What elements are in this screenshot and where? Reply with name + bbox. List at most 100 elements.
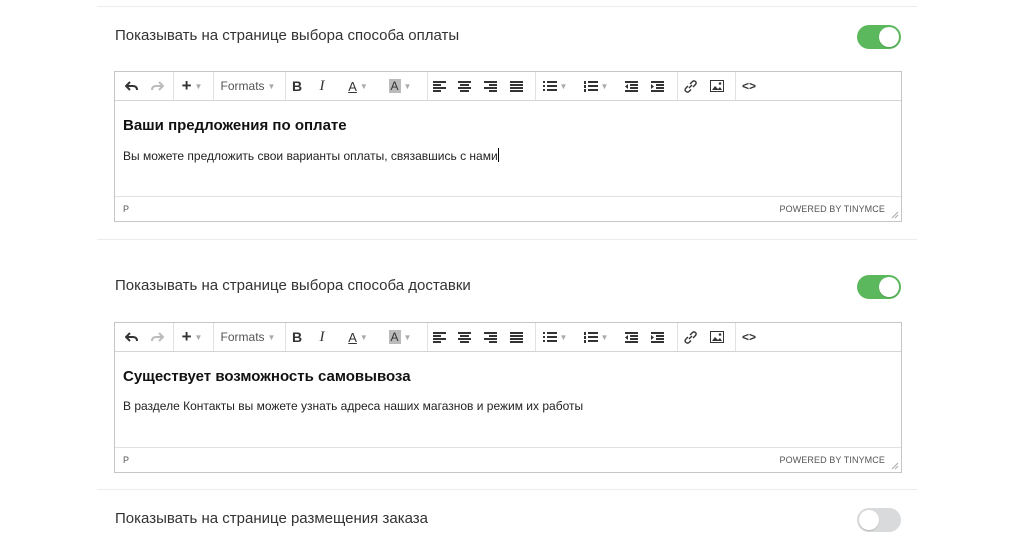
bullet-list-icon — [542, 331, 557, 342]
chevron-down-icon: ▼ — [403, 332, 412, 342]
powered-by-link[interactable]: POWERED BY TINYMCE — [780, 204, 886, 214]
bullet-list-button[interactable]: ▼ — [535, 323, 574, 351]
redo-button[interactable] — [145, 72, 169, 100]
align-left-button[interactable] — [427, 72, 450, 100]
section-label: Показывать на странице выбора способа оп… — [115, 27, 460, 44]
text-cursor — [497, 148, 499, 162]
content-paragraph: Вы можете предложить свои варианты оплат… — [123, 148, 499, 163]
chevron-down-icon: ▼ — [359, 81, 368, 91]
align-right-button[interactable] — [479, 323, 501, 351]
italic-button[interactable]: I — [311, 323, 333, 351]
content-paragraph: В разделе Контакты вы можете узнать адре… — [123, 399, 584, 413]
payment-toggle[interactable] — [857, 25, 901, 49]
insert-button[interactable]: + ▼ — [173, 323, 210, 351]
plus-icon: + — [181, 76, 192, 95]
bold-icon: B — [291, 78, 303, 94]
editor-toolbar: + ▼ Formats ▼ B I A ▼ A ▼ ▼ ▼ <> — [115, 323, 901, 352]
formats-label: Formats — [220, 79, 265, 93]
undo-button[interactable] — [119, 323, 143, 351]
image-button[interactable] — [705, 323, 729, 351]
insert-button[interactable]: + ▼ — [173, 72, 210, 100]
resize-handle-icon[interactable] — [891, 462, 899, 470]
background-color-button[interactable]: A ▼ — [381, 323, 419, 351]
font-color-icon: A — [348, 329, 357, 345]
align-left-button[interactable] — [427, 323, 450, 351]
section-divider — [97, 489, 917, 490]
font-color-button[interactable]: A ▼ — [339, 323, 377, 351]
outdent-icon — [624, 331, 638, 343]
redo-button[interactable] — [145, 323, 169, 351]
numbered-list-icon — [583, 80, 598, 92]
outdent-button[interactable] — [619, 72, 643, 100]
italic-icon: I — [319, 328, 325, 345]
link-button[interactable] — [677, 72, 702, 100]
indent-button[interactable] — [645, 72, 669, 100]
element-path[interactable]: P — [123, 455, 129, 465]
align-center-icon — [457, 80, 471, 92]
toggle-knob — [879, 277, 899, 297]
align-right-icon — [483, 331, 497, 343]
bold-button[interactable]: B — [285, 323, 308, 351]
indent-button[interactable] — [645, 323, 669, 351]
align-justify-button[interactable] — [505, 323, 527, 351]
plus-icon: + — [181, 327, 192, 346]
image-button[interactable] — [705, 72, 729, 100]
section-divider — [97, 239, 917, 240]
align-right-icon — [483, 80, 497, 92]
numbered-list-button[interactable]: ▼ — [577, 323, 615, 351]
align-justify-icon — [509, 80, 523, 92]
editor-statusbar: P POWERED BY TINYMCE — [115, 447, 901, 472]
align-center-button[interactable] — [453, 323, 475, 351]
font-color-icon: A — [348, 78, 357, 94]
link-button[interactable] — [677, 323, 702, 351]
font-color-button[interactable]: A ▼ — [339, 72, 377, 100]
outdent-button[interactable] — [619, 323, 643, 351]
outdent-icon — [624, 80, 638, 92]
editor-content[interactable]: Существует возможность самовывоза В разд… — [115, 352, 901, 446]
undo-icon — [124, 331, 138, 342]
order-toggle[interactable] — [857, 508, 901, 532]
delivery-toggle[interactable] — [857, 275, 901, 299]
align-justify-button[interactable] — [505, 72, 527, 100]
bullet-list-button[interactable]: ▼ — [535, 72, 574, 100]
undo-button[interactable] — [119, 72, 143, 100]
chevron-down-icon: ▼ — [267, 332, 276, 342]
undo-icon — [124, 80, 138, 91]
align-left-icon — [432, 331, 446, 343]
toggle-knob — [879, 27, 899, 47]
code-icon: <> — [741, 79, 756, 93]
content-heading: Существует возможность самовывоза — [123, 368, 411, 385]
chevron-down-icon: ▼ — [267, 81, 276, 91]
chevron-down-icon: ▼ — [559, 332, 568, 342]
powered-by-link[interactable]: POWERED BY TINYMCE — [780, 455, 886, 465]
chevron-down-icon: ▼ — [600, 81, 609, 91]
indent-icon — [650, 331, 664, 343]
link-icon — [683, 330, 697, 344]
background-color-button[interactable]: A ▼ — [381, 72, 419, 100]
formats-dropdown[interactable]: Formats ▼ — [213, 72, 282, 100]
formats-label: Formats — [220, 330, 265, 344]
redo-icon — [150, 80, 164, 91]
bold-icon: B — [291, 329, 303, 345]
chevron-down-icon: ▼ — [194, 332, 203, 342]
bold-button[interactable]: B — [285, 72, 308, 100]
formats-dropdown[interactable]: Formats ▼ — [213, 323, 282, 351]
toggle-knob — [859, 510, 879, 530]
resize-handle-icon[interactable] — [891, 211, 899, 219]
source-code-button[interactable]: <> — [735, 72, 762, 100]
element-path[interactable]: P — [123, 204, 129, 214]
bullet-list-icon — [542, 80, 557, 91]
source-code-button[interactable]: <> — [735, 323, 762, 351]
chevron-down-icon: ▼ — [359, 332, 368, 342]
section-divider — [97, 6, 917, 7]
editor-content[interactable]: Ваши предложения по оплате Вы можете пре… — [115, 101, 901, 195]
background-color-icon: A — [388, 79, 401, 93]
paragraph-text: Вы можете предложить свои варианты оплат… — [123, 149, 498, 163]
rich-text-editor: + ▼ Formats ▼ B I A ▼ A ▼ — [114, 322, 902, 473]
align-right-button[interactable] — [479, 72, 501, 100]
numbered-list-button[interactable]: ▼ — [577, 72, 615, 100]
chevron-down-icon: ▼ — [194, 81, 203, 91]
align-justify-icon — [509, 331, 523, 343]
align-center-button[interactable] — [453, 72, 475, 100]
italic-button[interactable]: I — [311, 72, 333, 100]
